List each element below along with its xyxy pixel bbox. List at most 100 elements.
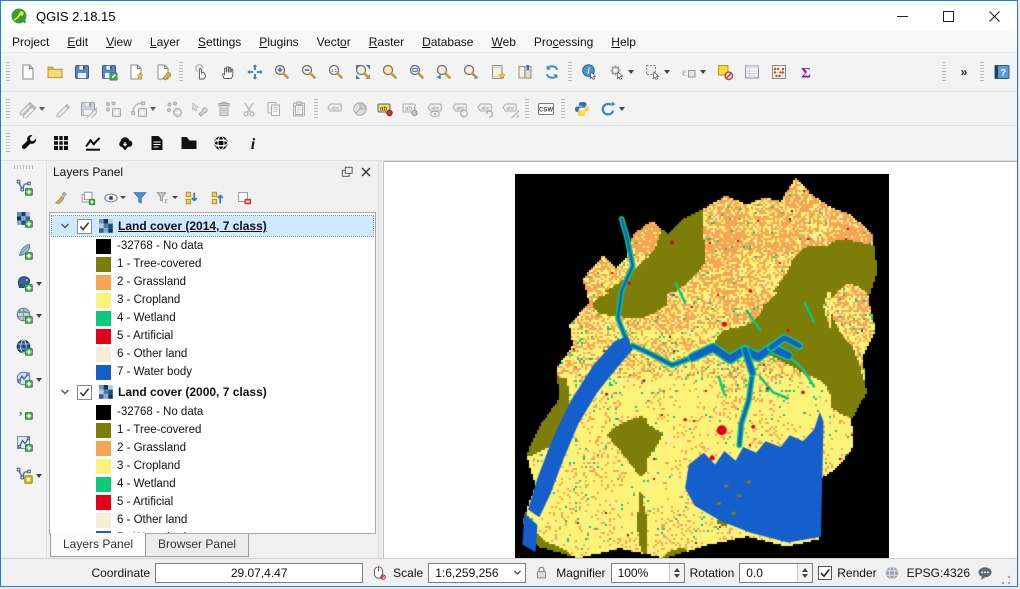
menu-vector[interactable]: Vector: [308, 33, 360, 51]
toolbar-grip[interactable]: [561, 99, 565, 119]
toolbar-grip[interactable]: [179, 62, 183, 82]
toolbar-grip[interactable]: [314, 99, 318, 119]
zoom-next-button[interactable]: [457, 59, 484, 86]
extents-tracking-icon[interactable]: [368, 563, 388, 583]
add-vector-layer-button[interactable]: [7, 173, 41, 201]
menu-database[interactable]: Database: [413, 33, 482, 51]
scp-postprocess-button[interactable]: [142, 129, 172, 157]
resize-grip[interactable]: [1000, 574, 1012, 586]
select-features-button[interactable]: [639, 59, 675, 86]
help-contents-button[interactable]: ?: [988, 59, 1015, 86]
diagram-options-button[interactable]: [347, 96, 372, 121]
menu-layer[interactable]: Layer: [141, 33, 189, 51]
remove-layer-button[interactable]: [231, 186, 257, 210]
open-project-button[interactable]: [41, 59, 68, 86]
menu-processing[interactable]: Processing: [525, 33, 602, 51]
save-project-button[interactable]: [68, 59, 95, 86]
add-spatialite-layer-button[interactable]: [7, 237, 41, 265]
panel-float-button[interactable]: [339, 164, 355, 180]
add-raster-layer-button[interactable]: [7, 205, 41, 233]
add-wfs-layer-button[interactable]: [7, 365, 41, 393]
cut-features-button[interactable]: [236, 96, 261, 121]
menu-raster[interactable]: Raster: [360, 33, 413, 51]
toolbar-grip[interactable]: [568, 62, 572, 82]
new-bookmark-button[interactable]: [484, 59, 511, 86]
label-toolbar-abc-button[interactable]: abc: [322, 96, 347, 121]
touch-pointer-button[interactable]: [187, 59, 214, 86]
filter-by-expression-button[interactable]: ε: [153, 186, 179, 210]
scp-spectral-plot-button[interactable]: [78, 129, 108, 157]
new-project-button[interactable]: [14, 59, 41, 86]
show-bookmarks-button[interactable]: [511, 59, 538, 86]
new-print-composer-button[interactable]: [122, 59, 149, 86]
add-circular-string-button[interactable]: [125, 96, 161, 121]
new-shapefile-layer-button[interactable]: [7, 461, 41, 489]
menu-edit[interactable]: Edit: [58, 33, 97, 51]
menu-view[interactable]: View: [97, 33, 141, 51]
filter-legend-button[interactable]: [127, 186, 153, 210]
open-attribute-table-button[interactable]: [738, 59, 765, 86]
add-feature-button[interactable]: [100, 96, 125, 121]
collapse-all-button[interactable]: [205, 186, 231, 210]
menu-web[interactable]: Web: [482, 33, 524, 51]
move-label-button[interactable]: abc: [447, 96, 472, 121]
zoom-in-button[interactable]: [268, 59, 295, 86]
menu-project[interactable]: Project: [3, 33, 58, 51]
delete-selected-button[interactable]: [211, 96, 236, 121]
toolbar-grip[interactable]: [980, 62, 984, 82]
spinner-arrows-icon[interactable]: [797, 564, 812, 582]
add-wcs-layer-button[interactable]: [7, 333, 41, 361]
toolbar-grip[interactable]: [942, 62, 946, 82]
paste-features-button[interactable]: [286, 96, 311, 121]
menu-plugins[interactable]: Plugins: [250, 33, 307, 51]
render-checkbox[interactable]: Render: [818, 566, 876, 580]
show-hide-labels-button[interactable]: abc: [422, 96, 447, 121]
toolbar-grip[interactable]: [6, 99, 10, 119]
scp-tools-button[interactable]: [14, 129, 44, 157]
save-project-as-button[interactable]: [95, 59, 122, 86]
panel-close-button[interactable]: [358, 164, 374, 180]
select-by-expression-button[interactable]: ε: [675, 59, 711, 86]
layer-visibility-checkbox[interactable]: [77, 385, 92, 400]
close-button[interactable]: [971, 1, 1017, 31]
menu-help[interactable]: Help: [602, 33, 645, 51]
identify-features-button[interactable]: i: [576, 59, 603, 86]
toolbar-grip[interactable]: [525, 99, 529, 119]
layer-labeling-button[interactable]: ab: [372, 96, 397, 121]
refresh-button[interactable]: [538, 59, 565, 86]
current-edits-button[interactable]: [14, 96, 50, 121]
composer-manager-button[interactable]: [149, 59, 176, 86]
toolbar-grip[interactable]: [14, 165, 34, 169]
rotate-label-button[interactable]: abc: [472, 96, 497, 121]
toolbar-grip[interactable]: [6, 62, 10, 82]
layer-diagram-button[interactable]: ab: [397, 96, 422, 121]
copy-features-button[interactable]: [261, 96, 286, 121]
pan-map-button[interactable]: [214, 59, 241, 86]
show-statistics-button[interactable]: Σ: [792, 59, 819, 86]
add-delimited-text-layer-button[interactable]: ,: [7, 397, 41, 425]
field-calculator-button[interactable]: [765, 59, 792, 86]
layer-visibility-checkbox[interactable]: [77, 219, 92, 234]
scp-band-calc-button[interactable]: [46, 129, 76, 157]
scale-combobox[interactable]: 1:6,259,256: [428, 563, 526, 583]
run-feature-action-button[interactable]: [603, 59, 639, 86]
zoom-to-layer-button[interactable]: [403, 59, 430, 86]
scp-globe-button[interactable]: [206, 129, 236, 157]
layer-row[interactable]: Land cover (2014, 7 class): [52, 216, 373, 236]
plugin-reload-button[interactable]: [594, 96, 630, 121]
layer-expander-icon[interactable]: [58, 219, 72, 233]
scp-download-button[interactable]: [110, 129, 140, 157]
zoom-full-button[interactable]: [349, 59, 376, 86]
open-layer-styling-button[interactable]: [49, 186, 75, 210]
maximize-button[interactable]: [925, 1, 971, 31]
python-console-button[interactable]: [569, 96, 594, 121]
metasearch-csw-button[interactable]: CSW: [533, 96, 558, 121]
node-tool-button[interactable]: [186, 96, 211, 121]
messages-icon[interactable]: [975, 563, 995, 583]
zoom-native-button[interactable]: 1:1: [322, 59, 349, 86]
toggle-editing-button[interactable]: [50, 96, 75, 121]
add-postgis-layer-button[interactable]: [7, 269, 41, 297]
scale-lock-icon[interactable]: [531, 563, 551, 583]
zoom-last-button[interactable]: [430, 59, 457, 86]
pan-to-selection-button[interactable]: [241, 59, 268, 86]
